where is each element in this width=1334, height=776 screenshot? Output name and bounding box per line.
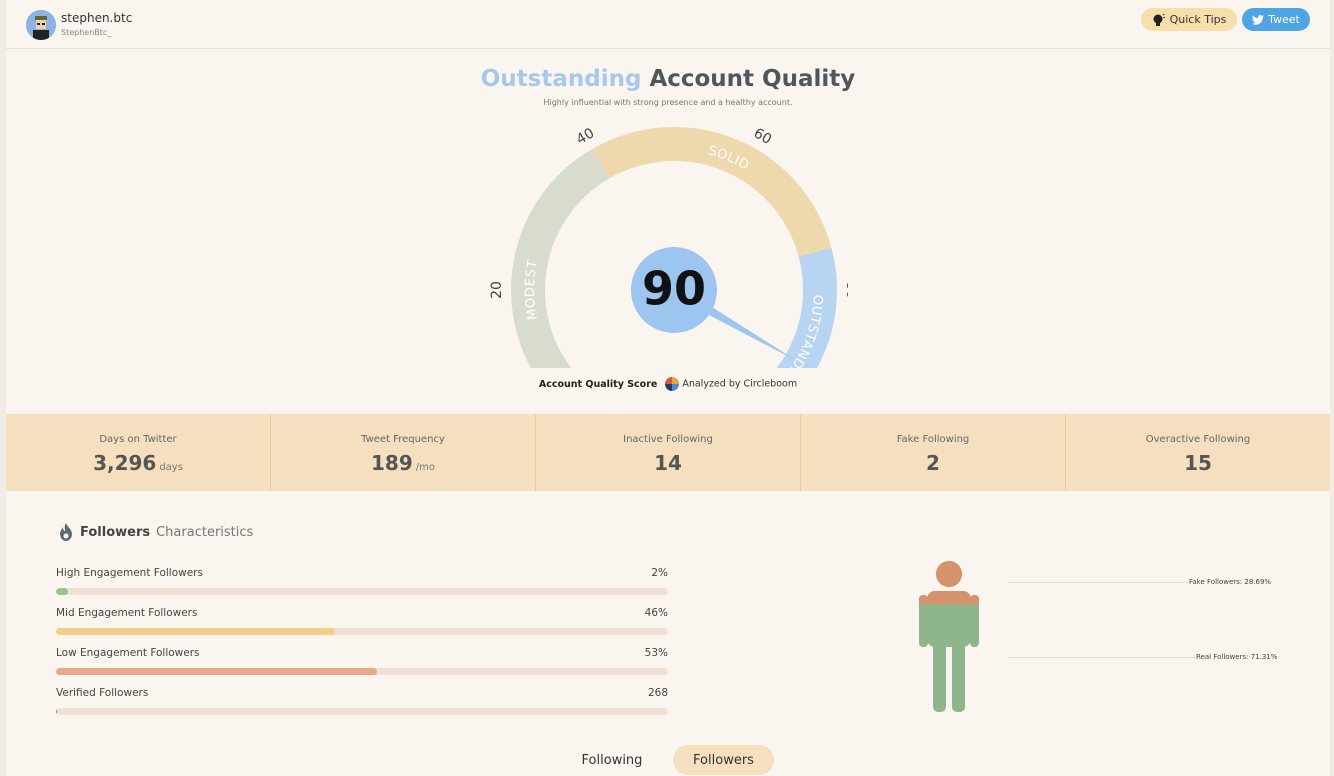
bar-track [56, 628, 668, 635]
title-rest: Account Quality [649, 66, 856, 92]
tab-following[interactable]: Following [568, 745, 656, 775]
verified-followers-bar: Verified Followers 268 [56, 687, 668, 715]
stat-unit: days [159, 462, 183, 473]
title-accent: Outstanding [480, 66, 642, 92]
bar-track [56, 588, 668, 595]
stat-overactive-following[interactable]: Overactive Following 15 [1066, 414, 1330, 491]
followers-characteristics-heading: Followers Characteristics [58, 523, 253, 541]
page-title: Outstanding Account Quality [6, 66, 1330, 92]
stat-number: 15 [1184, 451, 1212, 475]
twitter-bird-icon [1252, 14, 1265, 25]
engagement-bar-high: High Engagement Followers 2% [56, 567, 668, 595]
bar-fill [56, 628, 336, 635]
gauge-segment-solid [592, 127, 832, 257]
stat-days-on-twitter: Days on Twitter 3,296 days [6, 414, 271, 491]
heading-bold: Followers [80, 524, 151, 540]
bar-label: High Engagement Followers [56, 567, 203, 579]
avatar-image [26, 10, 56, 40]
stat-number: 14 [654, 451, 682, 475]
gauge-score-value: 90 [642, 262, 706, 316]
heading-normal: Characteristics [156, 524, 254, 540]
stat-label: Inactive Following [623, 434, 713, 445]
fake-followers-leader-line [1009, 582, 1189, 583]
quick-tips-button[interactable]: Quick Tips [1141, 8, 1237, 31]
bar-value: 2% [651, 567, 668, 579]
user-handle: StephenBtc_ [61, 28, 112, 37]
bar-label: Mid Engagement Followers [56, 607, 198, 619]
stat-fake-following[interactable]: Fake Following 2 [801, 414, 1066, 491]
bar-value: 46% [644, 607, 668, 619]
flame-icon [60, 523, 72, 541]
quality-gauge: MODESTSOLIDOUTSTANDING02040608010090 [489, 125, 848, 368]
stat-label: Tweet Frequency [361, 434, 445, 445]
bar-label: Verified Followers [56, 687, 149, 699]
header: stephen.btc StephenBtc_ Quick Tips Tweet [6, 0, 1330, 49]
engagement-bar-low: Low Engagement Followers 53% [56, 647, 668, 675]
real-followers-label: Real Followers: 71.31% [1196, 653, 1278, 661]
fake-followers-label: Fake Followers: 28.69% [1189, 578, 1272, 586]
page-subtitle: Highly influential with strong presence … [543, 98, 793, 107]
lightbulb-icon [1153, 13, 1165, 26]
real-followers-leader-line [1009, 657, 1196, 658]
gauge-tick-label: 80 [843, 281, 848, 299]
analyzed-by-text: Analyzed by Circleboom [682, 378, 798, 390]
score-caption-label: Account Quality Score [538, 378, 658, 390]
stat-number: 3,296 [93, 451, 157, 475]
stat-unit: /mo [415, 462, 435, 473]
bar-track [56, 708, 668, 715]
stat-number: 2 [926, 451, 940, 475]
stat-label: Days on Twitter [99, 434, 177, 445]
circleboom-logo-icon [665, 377, 680, 391]
stat-label: Fake Following [896, 434, 970, 445]
stat-tweet-frequency: Tweet Frequency 189/mo [271, 414, 536, 491]
stat-value: 2 [801, 451, 1065, 475]
gauge-tick-label: 40 [574, 125, 597, 148]
circleboom-credit[interactable]: Analyzed by Circleboom [665, 377, 797, 391]
stat-number: 189 [371, 451, 413, 475]
tab-followers[interactable]: Followers [673, 745, 774, 775]
quick-tips-label: Quick Tips [1169, 13, 1227, 26]
bar-track [56, 668, 668, 675]
fake-real-person-figure [919, 561, 979, 712]
tweet-button[interactable]: Tweet [1242, 8, 1310, 31]
stat-value: 14 [536, 451, 800, 475]
stats-bar: Days on Twitter 3,296 days Tweet Frequenc… [6, 414, 1330, 491]
score-caption: Account Quality Score Analyzed by Circle… [6, 377, 1330, 391]
stat-value: 15 [1066, 451, 1330, 475]
bar-value: 268 [647, 687, 668, 699]
bar-fill [56, 708, 58, 715]
fake-followers-fill [919, 561, 979, 605]
stat-value: 189/mo [271, 451, 535, 475]
tweet-label: Tweet [1268, 13, 1300, 26]
bar-value: 53% [644, 647, 668, 659]
bar-fill [56, 588, 69, 595]
gauge-tick-label: 60 [751, 125, 774, 148]
stat-label: Overactive Following [1145, 434, 1251, 445]
avatar[interactable] [26, 10, 56, 40]
page: stephen.btc StephenBtc_ Quick Tips Tweet… [6, 0, 1330, 776]
engagement-bar-mid: Mid Engagement Followers 46% [56, 607, 668, 635]
stat-inactive-following[interactable]: Inactive Following 14 [536, 414, 801, 491]
bar-fill [56, 668, 378, 675]
user-name: stephen.btc [61, 11, 133, 25]
stat-value: 3,296 days [6, 451, 270, 475]
gauge-tick-label: 20 [489, 281, 505, 299]
bar-label: Low Engagement Followers [56, 647, 200, 659]
